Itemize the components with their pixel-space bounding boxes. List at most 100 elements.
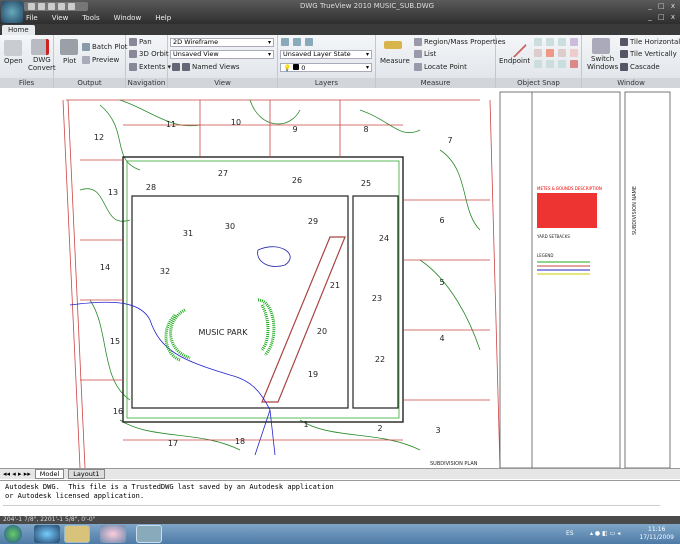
plot-icon [60, 39, 78, 55]
document-window-controls[interactable]: _ □ x [648, 13, 677, 21]
batch-plot-button[interactable]: Batch Plot [82, 43, 128, 51]
lot-label: 9 [292, 125, 297, 134]
panel-output: Plot Batch Plot Preview Output [54, 35, 128, 88]
tile-horizontally-button[interactable]: Tile Horizontally [620, 38, 680, 46]
lot-label: 16 [113, 407, 123, 416]
measure-button[interactable]: Measure [380, 57, 410, 65]
notes-title: METES & BOUNDS DESCRIPTION [537, 186, 602, 191]
lot-label: 17 [168, 439, 178, 448]
layer-dropdown[interactable]: 💡 0 [280, 63, 372, 72]
list-icon [414, 50, 422, 58]
application-menu-button[interactable] [1, 1, 23, 23]
lot-label: 15 [110, 337, 120, 346]
lot-label: 31 [183, 229, 193, 238]
command-input[interactable] [3, 505, 660, 515]
panel-label: Files [0, 78, 53, 88]
locate-point-icon [414, 63, 422, 71]
layer-tools[interactable] [281, 38, 313, 46]
layout-tabs: ◂◂ ◂ ▸ ▸▸ Model Layout1 [0, 468, 680, 479]
layer-state-dropdown[interactable]: Unsaved Layer State [280, 50, 372, 59]
status-bar: 204'-1 7/8", 2201'-1 5/8", 0'-0" [0, 516, 680, 524]
locate-point-button[interactable]: Locate Point [414, 63, 467, 71]
drawing-canvas[interactable]: 12 11 10 9 8 7 13 28 27 26 25 6 14 31 30… [0, 90, 680, 468]
pan-icon [129, 38, 137, 46]
list-button[interactable]: List [414, 50, 436, 58]
endpoint-button[interactable]: Endpoint [499, 57, 530, 65]
named-views-button[interactable]: Named Views [172, 63, 240, 71]
cascade-button[interactable]: Cascade [620, 63, 660, 71]
orbit-icon [129, 50, 137, 58]
title-bar: DWG TrueView 2010 MUSIC_SUB.DWG _ □ x _ … [0, 0, 680, 24]
open-button[interactable]: Open [4, 57, 23, 65]
menu-window[interactable]: Window [114, 14, 142, 22]
media-icon[interactable] [100, 525, 126, 543]
pan-button[interactable]: Pan [129, 38, 152, 46]
preview-icon [82, 56, 90, 64]
lot-label: 8 [363, 125, 368, 134]
lot-label: 24 [379, 234, 389, 243]
coordinates-readout: 204'-1 7/8", 2201'-1 5/8", 0'-0" [3, 516, 96, 523]
lot-label: 19 [308, 370, 318, 379]
menu-view[interactable]: View [52, 14, 69, 22]
panel-label: Layers [278, 78, 375, 88]
internet-explorer-icon[interactable] [34, 525, 60, 543]
region-icon [414, 38, 422, 46]
lot-label: 5 [439, 278, 444, 287]
quick-access-toolbar[interactable] [24, 2, 88, 11]
view-dropdown[interactable]: Unsaved View [170, 50, 274, 59]
plot-button[interactable]: Plot [63, 57, 76, 65]
start-button[interactable] [4, 525, 22, 543]
ribbon: Open DWG Convert Files Plot Batch Plot P… [0, 33, 680, 88]
menu-tools[interactable]: Tools [82, 14, 99, 22]
panel-files: Open DWG Convert Files [0, 35, 56, 88]
osnap-grid[interactable] [534, 38, 579, 68]
panel-window: Switch Windows Tile Horizontally Tile Ve… [582, 35, 680, 88]
language-indicator[interactable]: ES [566, 530, 574, 537]
tray-icons[interactable]: ▴ ● ◧ ▭ ◂ [590, 530, 620, 537]
dwg-convert-button[interactable]: DWG Convert [28, 56, 56, 72]
panel-layers: Unsaved Layer State 💡 0 Layers [278, 35, 376, 88]
tab-model[interactable]: Model [34, 469, 65, 479]
subdivision-name: SUBDIVISION NAME [632, 186, 638, 235]
lot-label: 29 [308, 217, 318, 226]
panel-object-snap: Endpoint Object Snap [496, 33, 582, 88]
panel-label: Navigation [126, 78, 167, 88]
clock[interactable]: 11:16 17/11/2009 [639, 526, 674, 542]
lot-label: 14 [100, 263, 110, 272]
orbit-button[interactable]: 3D Orbit [129, 50, 169, 58]
panel-label: Output [54, 78, 125, 88]
tile-vertically-button[interactable]: Tile Vertically [620, 50, 677, 58]
ribbon-tabs: Home [0, 24, 680, 35]
plan-label: SUBDIVISION PLAN [430, 461, 478, 467]
lot-label: 25 [361, 179, 371, 188]
lot-label: 21 [330, 281, 340, 290]
tab-nav-arrows[interactable]: ◂◂ ◂ ▸ ▸▸ [3, 470, 31, 478]
panel-label: View [168, 78, 277, 88]
window-title: DWG TrueView 2010 MUSIC_SUB.DWG [300, 2, 435, 10]
legend-title: LEGEND [537, 253, 553, 258]
open-icon [4, 40, 22, 56]
switch-windows-icon [592, 38, 610, 54]
menu-help[interactable]: Help [155, 14, 171, 22]
lot-label: 20 [317, 327, 327, 336]
preview-button[interactable]: Preview [82, 56, 119, 64]
lot-label: 7 [447, 136, 452, 145]
cascade-icon [620, 63, 628, 71]
panel-label: Object Snap [496, 78, 581, 88]
dwg-convert-icon [31, 39, 49, 55]
explorer-icon[interactable] [64, 525, 90, 543]
visual-style-dropdown[interactable]: 2D Wireframe [170, 38, 274, 47]
dwg-trueview-taskbar-icon[interactable] [136, 525, 162, 543]
lot-label: 10 [231, 118, 241, 127]
window-controls[interactable]: _ □ x [648, 2, 677, 10]
views-icon [172, 63, 180, 71]
tab-layout1[interactable]: Layout1 [68, 469, 105, 479]
extents-button[interactable]: Extents ▾ [129, 63, 171, 71]
region-mass-button[interactable]: Region/Mass Properties [414, 38, 506, 46]
lot-label: 1 [303, 420, 308, 429]
tab-home[interactable]: Home [2, 25, 35, 35]
menu-file[interactable]: File [26, 14, 38, 22]
switch-windows-button[interactable]: Switch Windows [587, 55, 618, 71]
lot-label: 6 [439, 216, 444, 225]
panel-view: 2D Wireframe Unsaved View Named Views Vi… [168, 35, 278, 88]
